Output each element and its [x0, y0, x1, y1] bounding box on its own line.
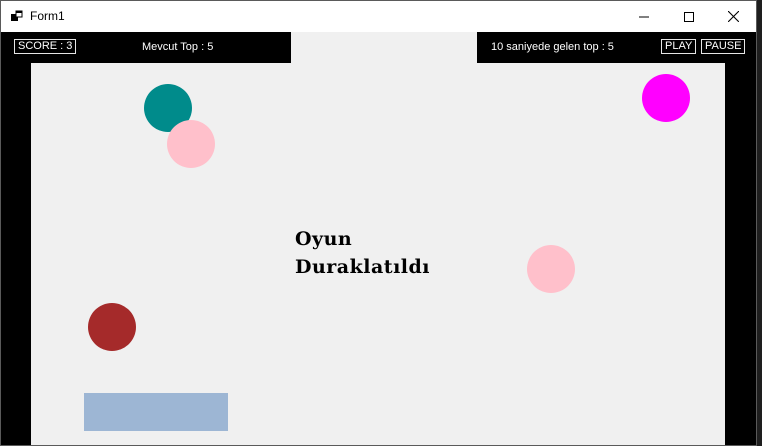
field-top-strip — [291, 32, 477, 63]
maximize-button[interactable] — [666, 1, 711, 32]
close-icon — [728, 11, 739, 22]
ball — [167, 120, 215, 168]
minimize-button[interactable] — [621, 1, 666, 32]
paused-message: Oyun Duraklatıldı — [295, 225, 465, 281]
score-label: SCORE : 3 — [14, 39, 77, 54]
game-field[interactable]: Oyun Duraklatıldı — [31, 63, 725, 445]
minimize-icon — [638, 16, 649, 17]
window-title: Form1 — [30, 9, 65, 23]
app-window: Form1 SCORE : 3 Mevcut Top : 5 10 saniye… — [0, 0, 757, 446]
ball — [88, 303, 136, 351]
incoming-balls-label: 10 saniyede gelen top : 5 — [491, 41, 614, 53]
current-balls-label: Mevcut Top : 5 — [142, 41, 214, 53]
ball — [642, 74, 690, 122]
paddle[interactable] — [84, 393, 228, 431]
app-icon — [11, 10, 23, 22]
paused-message-line2: Duraklatıldı — [295, 256, 431, 278]
maximize-icon — [683, 11, 694, 22]
play-button[interactable]: PLAY — [661, 39, 697, 54]
close-button[interactable] — [711, 1, 756, 32]
paused-message-line1: Oyun — [295, 228, 353, 250]
game-form: SCORE : 3 Mevcut Top : 5 10 saniyede gel… — [1, 32, 756, 445]
ball — [527, 245, 575, 293]
pause-button[interactable]: PAUSE — [701, 39, 746, 54]
title-bar[interactable]: Form1 — [1, 1, 756, 32]
